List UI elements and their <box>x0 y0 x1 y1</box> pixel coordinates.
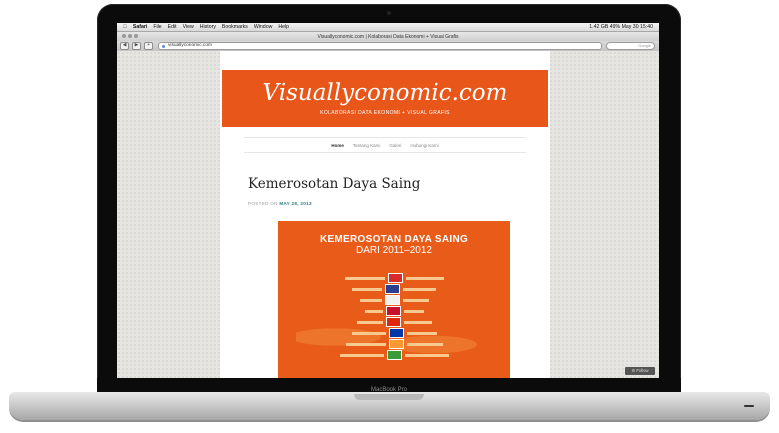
window-titlebar: Visuallyconomic.com | Kolaborasi Data Ek… <box>117 32 659 41</box>
posted-prefix: POSTED ON <box>248 201 278 206</box>
infographic-image[interactable]: KEMEROSOTAN DAYA SAING DARI 2011–2012 <box>278 221 510 378</box>
menu-window[interactable]: Window <box>254 24 272 30</box>
flag-icon <box>386 350 402 360</box>
flag-icon <box>388 339 404 349</box>
flag-icon <box>388 328 404 338</box>
window-title: Visuallyconomic.com | Kolaborasi Data Ek… <box>317 33 459 40</box>
flag-icon <box>384 295 400 305</box>
status-area[interactable]: 1.42 GB 49% May 30 15:40 <box>589 24 653 30</box>
page-content: Visuallyconomic.com KOLABORASI DATA EKON… <box>220 51 550 378</box>
follow-button[interactable]: ⚙ Follow <box>625 367 655 375</box>
infographic-row <box>296 328 492 338</box>
nav-home[interactable]: Home <box>331 143 344 148</box>
menu-history[interactable]: History <box>200 24 216 30</box>
infographic-row <box>296 273 492 283</box>
menu-file[interactable]: File <box>153 24 161 30</box>
flag-icon <box>385 284 400 294</box>
site-nav: Home Tentang Kami Galeri Hubungi Kami <box>244 137 526 153</box>
infographic-row <box>296 350 492 360</box>
nav-gallery[interactable]: Galeri <box>389 143 401 148</box>
back-button[interactable]: ◀ <box>120 42 129 50</box>
sleep-indicator <box>744 405 754 407</box>
menu-view[interactable]: View <box>183 24 194 30</box>
site-title[interactable]: Visuallyconomic.com <box>222 80 548 106</box>
flag-icon <box>387 273 403 283</box>
post-meta: POSTED ON MAY 28, 2013 <box>248 201 312 206</box>
post-title[interactable]: Kemerosotan Daya Saing <box>248 176 420 192</box>
web-page: Visuallyconomic.com KOLABORASI DATA EKON… <box>117 51 659 378</box>
forward-button[interactable]: ▶ <box>132 42 141 50</box>
camera <box>387 11 391 15</box>
nav-about[interactable]: Tentang Kami <box>353 143 381 148</box>
window-controls[interactable] <box>122 34 138 38</box>
menu-edit[interactable]: Edit <box>168 24 177 30</box>
posted-date[interactable]: MAY 28, 2013 <box>279 201 311 206</box>
menu-app[interactable]: Safari <box>133 24 147 30</box>
flag-icon <box>385 306 401 316</box>
share-button[interactable]: + <box>144 42 153 50</box>
infographic-row <box>296 306 492 316</box>
menu-bookmarks[interactable]: Bookmarks <box>222 24 248 30</box>
apple-menu-icon[interactable]:  <box>123 24 127 30</box>
infographic-title: KEMEROSOTAN DAYA SAING <box>319 234 469 245</box>
mac-menubar:  Safari File Edit View History Bookmark… <box>117 23 659 32</box>
menu-help[interactable]: Help <box>278 24 289 30</box>
lid-notch <box>354 394 424 400</box>
search-field[interactable]: Google <box>606 42 655 50</box>
site-tagline: KOLABORASI DATA EKONOMI + VISUAL GRAFIS <box>320 110 450 116</box>
address-bar[interactable]: visuallyconomic.com <box>158 42 602 50</box>
infographic-subtitle: DARI 2011–2012 <box>356 245 432 256</box>
infographic-row <box>296 295 492 305</box>
infographic-row <box>296 317 492 327</box>
nav-contact[interactable]: Hubungi Kami <box>410 143 438 148</box>
infographic-row <box>296 284 492 294</box>
flag-icon <box>385 317 401 327</box>
infographic-row <box>296 339 492 349</box>
screen:  Safari File Edit View History Bookmark… <box>117 23 659 378</box>
site-header[interactable]: Visuallyconomic.com KOLABORASI DATA EKON… <box>222 70 548 127</box>
